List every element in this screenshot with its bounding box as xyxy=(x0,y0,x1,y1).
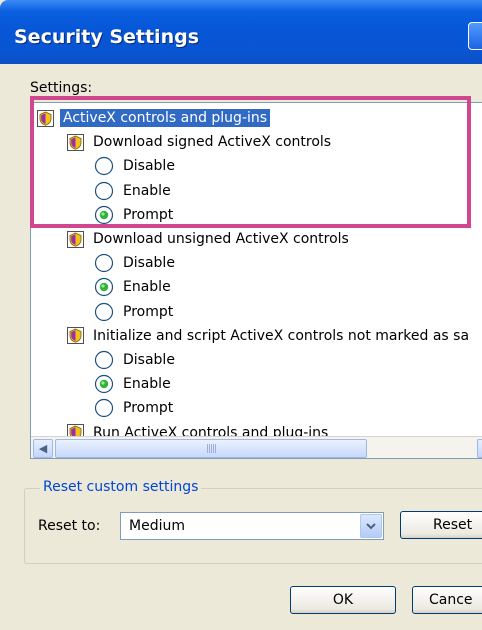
radio-option-prompt-label: Prompt xyxy=(123,303,174,320)
radio-option-disable-label: Disable xyxy=(123,352,175,368)
reset-button[interactable]: Reset xyxy=(400,511,482,539)
radio-option-prompt[interactable]: Prompt xyxy=(94,300,176,324)
horizontal-scrollbar[interactable]: ◀ ||||| xyxy=(31,436,482,458)
reset-group-legend: Reset custom settings xyxy=(40,479,202,495)
radio-icon[interactable] xyxy=(94,350,114,370)
radio-option-disable[interactable]: Disable xyxy=(94,251,178,275)
title-bar[interactable]: Security Settings xyxy=(0,0,482,64)
radio-option-prompt-label: Prompt xyxy=(123,400,174,417)
radio-option-enable-label: Enable xyxy=(123,279,171,296)
tree-setting-item-label: Initialize and script ActiveX controls n… xyxy=(93,327,470,344)
radio-selected-icon[interactable] xyxy=(94,277,114,297)
radio-option-prompt[interactable]: Prompt xyxy=(94,396,176,420)
scroll-right-icon[interactable] xyxy=(477,439,482,458)
tree-setting-item-label: Download unsigned ActiveX controls xyxy=(93,231,349,247)
radio-option-disable[interactable]: Disable xyxy=(94,348,178,372)
radio-icon[interactable] xyxy=(94,398,114,418)
reset-to-label: Reset to: xyxy=(38,518,101,534)
highlight-box xyxy=(30,96,471,228)
reset-level-value: Medium xyxy=(129,518,185,534)
radio-option-disable-label: Disable xyxy=(123,255,175,272)
security-settings-window: Security Settings Settings: Run ActiveX … xyxy=(0,0,482,630)
cancel-button[interactable]: Cance xyxy=(412,586,482,614)
chevron-down-icon[interactable] xyxy=(360,514,382,538)
radio-icon[interactable] xyxy=(94,253,114,273)
radio-option-enable[interactable]: Enable xyxy=(94,372,174,396)
security-shield-icon xyxy=(67,327,84,345)
reset-level-select[interactable]: Medium xyxy=(120,512,384,540)
ok-button[interactable]: OK xyxy=(290,586,396,614)
settings-label: Settings: xyxy=(30,80,93,96)
scroll-thumb[interactable]: ||||| xyxy=(55,439,367,458)
help-button[interactable] xyxy=(468,22,482,50)
window-title: Security Settings xyxy=(14,26,200,48)
radio-option-enable[interactable]: Enable xyxy=(94,275,174,299)
radio-option-enable-label: Enable xyxy=(123,376,171,393)
radio-icon[interactable] xyxy=(94,302,114,322)
radio-selected-icon[interactable] xyxy=(94,374,114,394)
security-shield-icon xyxy=(67,230,84,248)
tree-setting-item[interactable]: Initialize and script ActiveX controls n… xyxy=(67,324,472,348)
tree-setting-item[interactable]: Download unsigned ActiveX controls xyxy=(67,227,352,251)
scroll-left-icon[interactable]: ◀ xyxy=(33,439,53,458)
